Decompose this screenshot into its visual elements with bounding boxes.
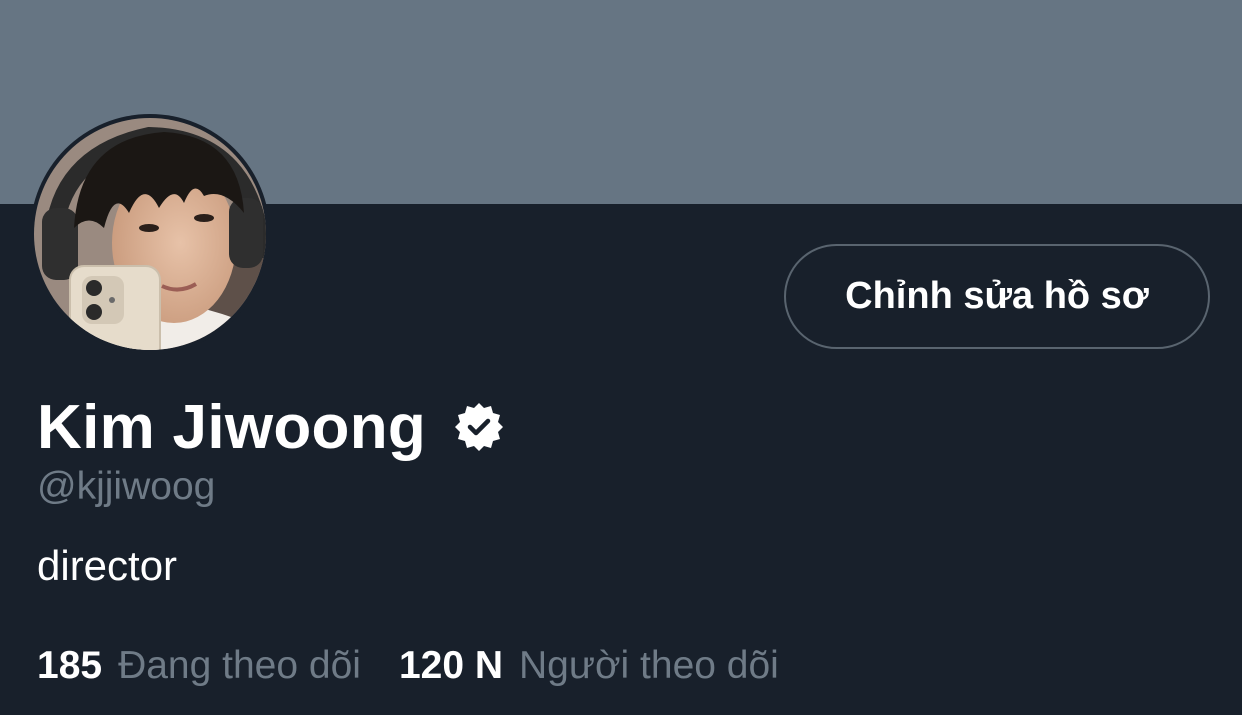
- following-label: Đang theo dõi: [118, 644, 361, 687]
- name-row: Kim Jiwoong: [37, 392, 504, 462]
- edit-profile-button[interactable]: Chỉnh sửa hồ sơ: [784, 244, 1210, 349]
- following-stat[interactable]: 185 Đang theo dõi: [37, 644, 361, 688]
- following-count: 185: [37, 644, 103, 687]
- follow-stats: 185 Đang theo dõi 120 N Người theo dõi: [37, 644, 779, 688]
- profile-avatar[interactable]: [30, 114, 270, 354]
- profile-handle: @kjjiwoog: [37, 465, 216, 508]
- followers-stat[interactable]: 120 N Người theo dõi: [399, 644, 779, 688]
- display-name: Kim Jiwoong: [37, 392, 427, 462]
- followers-label: Người theo dõi: [519, 644, 779, 687]
- followers-count: 120 N: [398, 644, 504, 687]
- verified-badge-icon[interactable]: [454, 402, 504, 452]
- avatar-image: [34, 118, 266, 350]
- profile-bio: director: [37, 542, 178, 589]
